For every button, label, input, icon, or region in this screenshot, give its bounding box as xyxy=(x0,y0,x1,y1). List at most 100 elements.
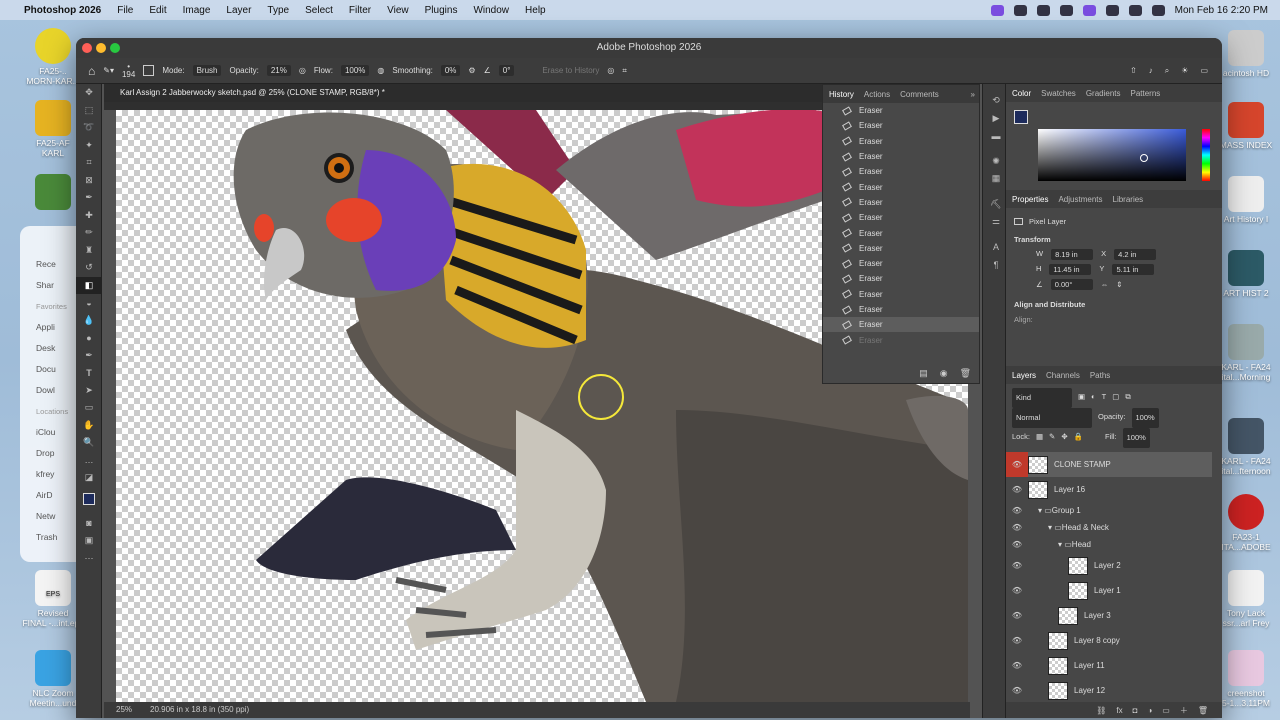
color-swatches-icon[interactable] xyxy=(76,487,102,515)
discover-light-icon[interactable]: ☀ xyxy=(1181,66,1188,76)
lock-position-icon[interactable]: ✥ xyxy=(1061,428,1067,448)
filter-kind-select[interactable]: Kind xyxy=(1012,388,1072,408)
layer-row[interactable]: 👁 Layer 1 xyxy=(1006,578,1212,603)
lock-all-icon[interactable]: 🔒 xyxy=(1074,428,1083,448)
trash-icon[interactable]: 🗑 xyxy=(1198,706,1208,715)
layer-row[interactable]: 👁 Layer 16 xyxy=(1006,477,1212,502)
desktop-icon[interactable]: NLC Zoom Meetin...und xyxy=(22,650,84,708)
menu-help[interactable]: Help xyxy=(517,5,554,16)
lasso-tool-icon[interactable]: ➰ xyxy=(76,119,102,137)
filter-type-icon[interactable]: T xyxy=(1102,388,1107,408)
blend-mode-select[interactable]: Normal xyxy=(1012,408,1092,428)
menu-file[interactable]: File xyxy=(109,5,141,16)
tab-gradients[interactable]: Gradients xyxy=(1086,89,1121,98)
desktop-icon[interactable]: KARL - FA24 ital...Morning xyxy=(1215,324,1277,382)
erase-to-history-checkbox[interactable]: Erase to History xyxy=(542,66,599,75)
type-tool-icon[interactable]: T xyxy=(76,364,102,382)
zoom-status-icon[interactable] xyxy=(990,4,1004,16)
desktop-icon[interactable]: Tony Lack ssr...arl Frey xyxy=(1215,570,1277,628)
layer-name[interactable]: Head & Neck xyxy=(1062,523,1109,532)
desktop-icon[interactable]: MASS INDEX xyxy=(1215,102,1277,150)
menu-layer[interactable]: Layer xyxy=(218,5,259,16)
folder-icon[interactable]: ▾ ▭ xyxy=(1058,540,1072,549)
layer-row[interactable]: 👁 CLONE STAMP xyxy=(1006,452,1212,477)
dodge-tool-icon[interactable]: ● xyxy=(76,329,102,347)
brush-size-picker[interactable]: • 194 xyxy=(122,62,135,79)
history-state[interactable]: Eraser xyxy=(823,195,979,210)
notifications-bell-icon[interactable]: ♪ xyxy=(1149,66,1153,76)
finder-item[interactable]: Shar xyxy=(36,275,76,296)
symmetry-icon[interactable]: ⌗ xyxy=(622,66,627,76)
layer-name[interactable]: Layer 11 xyxy=(1074,661,1105,670)
transform-heading[interactable]: Transform xyxy=(1014,235,1214,244)
eraser-tool-preset-icon[interactable]: ✎▾ xyxy=(103,66,114,75)
desktop-icon[interactable]: creenshot 5-1...3.11PM xyxy=(1215,650,1277,708)
rotation-field[interactable]: 0.00° xyxy=(1050,279,1093,290)
finder-item[interactable]: kfrey xyxy=(36,464,76,485)
tab-color[interactable]: Color xyxy=(1012,89,1031,98)
smoothing-field[interactable]: 0% xyxy=(440,65,461,76)
adjustment-layer-icon[interactable]: ◑ xyxy=(1147,706,1152,715)
crop-tool-icon[interactable]: ⌗ xyxy=(76,154,102,172)
menu-filter[interactable]: Filter xyxy=(341,5,379,16)
history-state[interactable]: Eraser xyxy=(823,241,979,256)
tab-properties[interactable]: Properties xyxy=(1012,195,1048,204)
finder-item[interactable]: Desk xyxy=(36,338,76,359)
eraser-tool-icon[interactable]: ◧ xyxy=(76,276,102,294)
align-heading[interactable]: Align and Distribute xyxy=(1014,300,1214,309)
tab-swatches[interactable]: Swatches xyxy=(1041,89,1076,98)
more-tools-icon[interactable]: … xyxy=(76,452,102,470)
layer-name[interactable]: Layer 16 xyxy=(1054,485,1085,494)
tab-channels[interactable]: Channels xyxy=(1046,371,1080,380)
frame-tool-icon[interactable]: ⊠ xyxy=(76,172,102,190)
visibility-eye-icon[interactable]: 👁 xyxy=(1006,506,1028,515)
finder-item[interactable]: AirD xyxy=(36,485,76,506)
layer-row[interactable]: 👁 Layer 12 xyxy=(1006,678,1212,703)
layer-group-row[interactable]: 👁 ▾ ▭ Head xyxy=(1006,536,1212,553)
finder-item[interactable]: Appli xyxy=(36,317,76,338)
path-selection-tool-icon[interactable]: ➤ xyxy=(76,382,102,400)
menubar-extra-icon[interactable] xyxy=(1059,4,1073,16)
magic-wand-tool-icon[interactable]: ✦ xyxy=(76,137,102,155)
quick-mask-icon[interactable]: ◙ xyxy=(76,515,102,533)
tab-adjustments[interactable]: Adjustments xyxy=(1058,195,1102,204)
layer-name[interactable]: Layer 8 copy xyxy=(1074,636,1120,645)
default-colors-icon[interactable]: ◪ xyxy=(76,469,102,487)
close-window-button[interactable] xyxy=(82,43,92,53)
zoom-tool-icon[interactable]: 🔍 xyxy=(76,434,102,452)
desktop-icon[interactable]: FA23-1 ITA...ADOBE xyxy=(1215,494,1277,552)
angle-field[interactable]: 0° xyxy=(498,65,515,76)
desktop-icon[interactable]: acintosh HD xyxy=(1215,30,1277,78)
visibility-eye-icon[interactable]: 👁 xyxy=(1006,561,1028,570)
menu-edit[interactable]: Edit xyxy=(141,5,174,16)
marquee-tool-icon[interactable]: ⬚ xyxy=(76,102,102,120)
lock-pixels-icon[interactable]: ✎ xyxy=(1049,428,1055,448)
layer-name[interactable]: Layer 3 xyxy=(1084,611,1111,620)
pressure-size-icon[interactable]: ◎ xyxy=(607,66,614,75)
blur-tool-icon[interactable]: 💧 xyxy=(76,312,102,330)
edit-toolbar-icon[interactable]: ⋯ xyxy=(76,550,102,568)
visibility-eye-icon[interactable]: 👁 xyxy=(1006,586,1028,595)
mode-select[interactable]: Brush xyxy=(192,65,222,76)
finder-item[interactable]: Docu xyxy=(36,359,76,380)
spot-healing-tool-icon[interactable]: ✚ xyxy=(76,207,102,225)
desktop-icon[interactable] xyxy=(22,174,84,212)
menu-window[interactable]: Window xyxy=(465,5,517,16)
opacity-field[interactable]: 21% xyxy=(266,65,291,76)
history-state[interactable]: Eraser xyxy=(823,149,979,164)
zoom-window-button[interactable] xyxy=(110,43,120,53)
new-document-from-state-icon[interactable]: ▤ xyxy=(919,368,928,379)
layer-group-row[interactable]: 👁 ▾ ▭ Group 1 xyxy=(1006,502,1212,519)
layer-row[interactable]: 👁 Layer 8 copy xyxy=(1006,628,1212,653)
history-state[interactable]: Eraser xyxy=(823,256,979,271)
menu-view[interactable]: View xyxy=(379,5,417,16)
fx-icon[interactable]: fx xyxy=(1116,706,1122,715)
new-group-icon[interactable]: ▭ xyxy=(1162,706,1170,715)
menu-type[interactable]: Type xyxy=(259,5,297,16)
tab-paths[interactable]: Paths xyxy=(1090,371,1110,380)
history-state[interactable]: Eraser xyxy=(823,302,979,317)
x-field[interactable]: 4.2 in xyxy=(1114,249,1157,260)
control-center-icon[interactable] xyxy=(1151,4,1165,16)
link-layers-icon[interactable]: ⛓ xyxy=(1096,706,1106,715)
visibility-eye-icon[interactable]: 👁 xyxy=(1006,686,1028,695)
